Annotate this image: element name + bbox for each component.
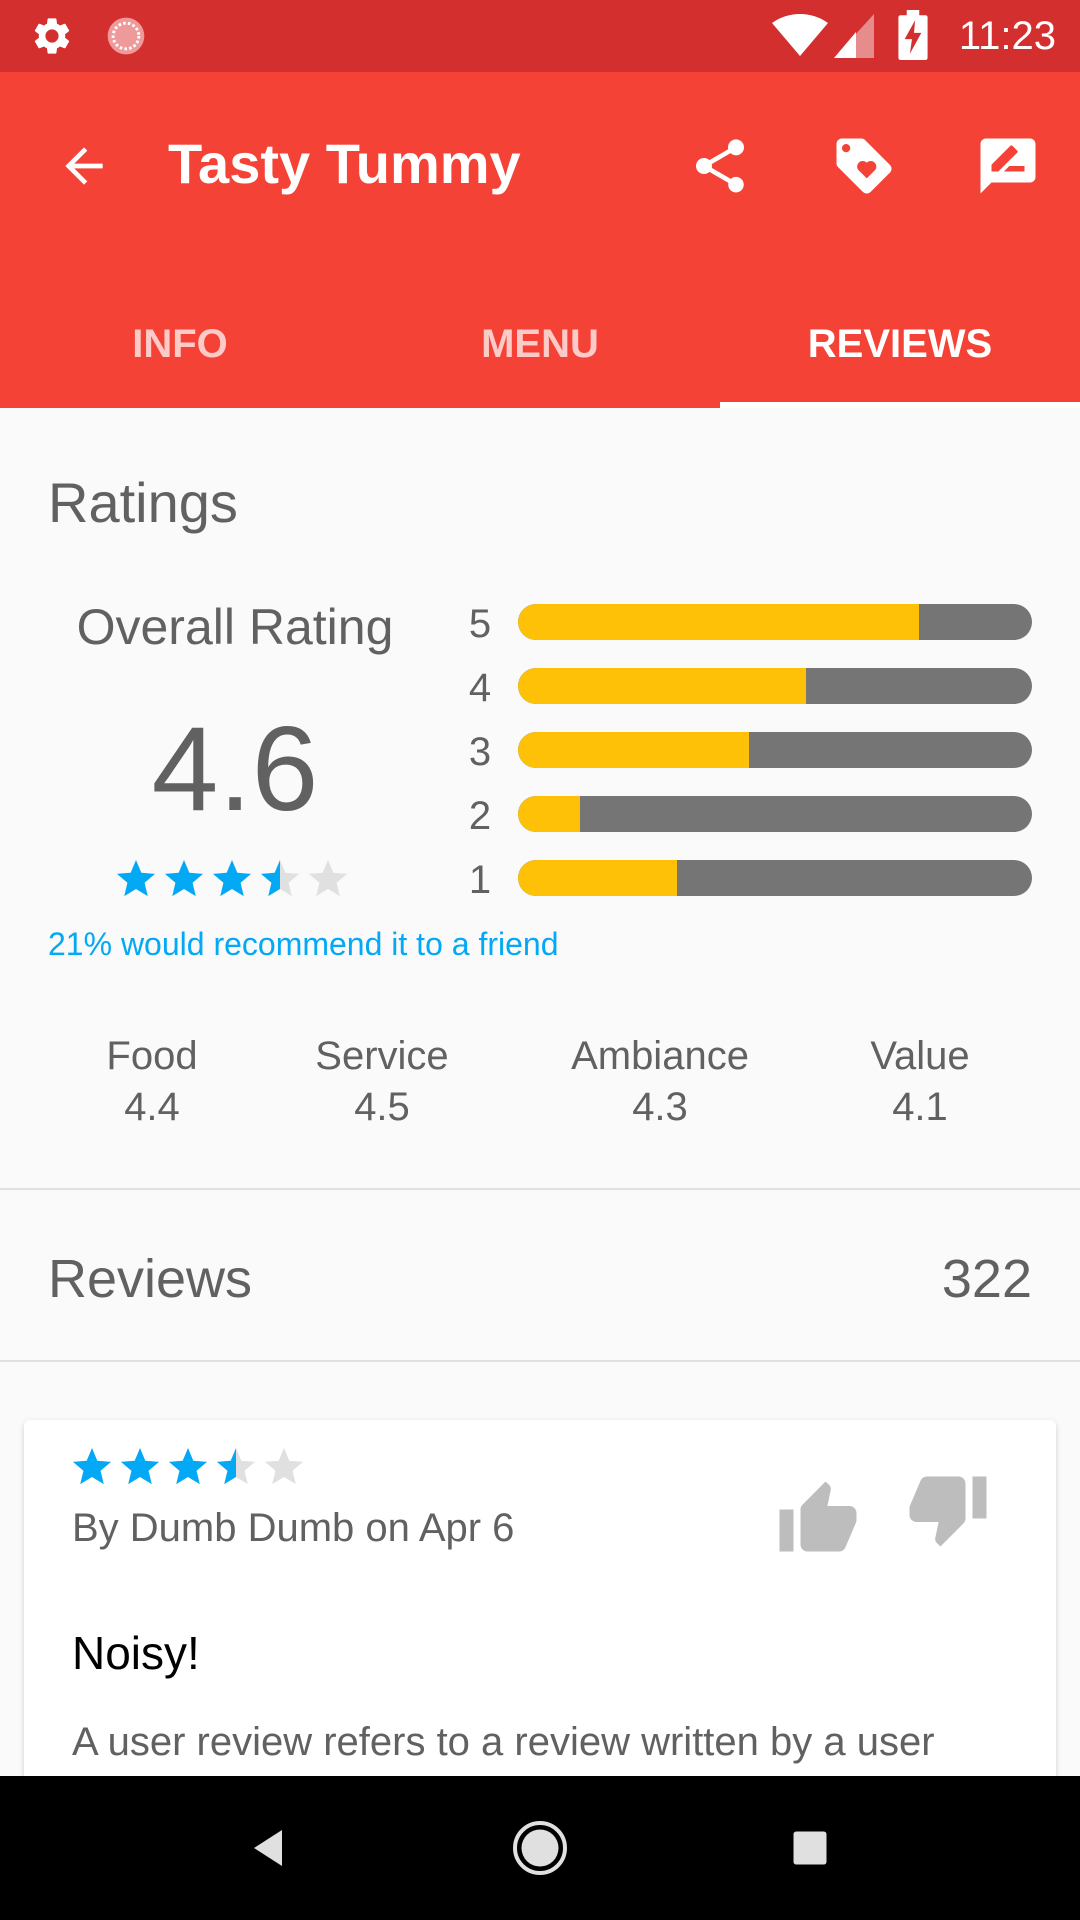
subrating-food: Food 4.4 [32,1032,272,1134]
status-bar: 11:23 [0,0,1080,72]
reviews-count: 322 [941,1249,1032,1309]
reviews-heading: Reviews [48,1249,253,1309]
subrating-value: 4.1 [892,1085,948,1129]
thumb-up-icon[interactable] [776,1478,860,1562]
thumb-down-icon[interactable] [906,1466,990,1550]
rating-bar-track [518,668,1032,704]
star-icon [216,1448,256,1485]
subrating-value-category: Value 4.1 [800,1032,1040,1134]
nav-home-button[interactable] [504,1812,576,1884]
rating-bar-star-label: 5 [468,602,492,646]
subrating-value: 4.5 [354,1085,410,1129]
subrating-value: 4.3 [632,1085,688,1129]
tab-menu[interactable]: MENU [360,280,720,408]
rating-bar-track [518,860,1032,896]
rate-review-icon [980,138,1036,194]
star-icon [116,860,156,897]
arrow-left-icon [65,147,103,185]
rating-bar-fill [518,860,678,896]
back-button[interactable] [40,122,128,210]
nav-home-icon [513,1821,567,1875]
tag-heart-icon [836,138,892,194]
status-time: 11:23 [958,14,1056,58]
star-icon [308,860,348,897]
rating-bar-row: 5 [460,596,1040,660]
star-icon [168,1448,208,1485]
write-review-button[interactable] [964,122,1052,210]
overall-rating-label: Overall Rating [76,599,394,655]
review-title: Noisy! [72,1627,200,1679]
star-icon [164,860,204,897]
divider [0,1188,1080,1190]
nav-recents-button[interactable] [774,1812,846,1884]
subrating-ambiance: Ambiance 4.3 [540,1032,780,1134]
rating-bar-star-label: 2 [468,794,492,838]
tab-bar: INFO MENU REVIEWS [0,280,1080,408]
battery-charging-icon [898,10,928,60]
ratings-heading: Ratings [48,471,238,534]
wifi-icon [772,14,828,56]
app-screen: 11:23 Tasty Tummy INFO MENU REVIEWS Rati… [0,0,1080,1920]
rating-bar-row: 3 [460,724,1040,788]
review-star-rating [72,1448,304,1485]
divider [0,1360,1080,1362]
share-button[interactable] [676,122,764,210]
loading-icon [107,17,145,55]
overall-rating-value: 4.6 [151,702,319,836]
rating-bar-row: 2 [460,788,1040,852]
star-icon [260,860,300,897]
rating-distribution: 5 4 3 2 1 [460,596,1040,916]
subrating-service: Service 4.5 [262,1032,502,1134]
star-icon [72,1448,112,1485]
star-icon [264,1448,304,1485]
rating-bar-track [518,796,1032,832]
subrating-value: 4.4 [124,1085,180,1129]
app-bar: Tasty Tummy INFO MENU REVIEWS [0,72,1080,408]
rating-bar-star-label: 1 [468,858,492,902]
signal-icon [834,14,874,58]
page-title: Tasty Tummy [168,132,521,195]
nav-back-icon [254,1830,282,1866]
rating-bar-fill [518,604,919,640]
gear-icon [34,18,70,54]
subrating-label: Food [106,1034,198,1078]
subrating-label: Service [315,1034,449,1078]
rating-bar-star-label: 4 [468,666,492,710]
rating-bar-row: 4 [460,660,1040,724]
review-body: A user review refers to a review written… [72,1720,935,1764]
tab-reviews[interactable]: REVIEWS [720,280,1080,408]
rating-bar-fill [518,668,806,704]
tab-info[interactable]: INFO [0,280,360,408]
nav-recents-icon [793,1831,827,1865]
rating-bar-fill [518,732,750,768]
rating-bar-track [518,604,1032,640]
rating-bar-fill [518,796,580,832]
subrating-label: Ambiance [571,1034,749,1078]
rating-bar-row: 1 [460,852,1040,916]
favorite-tag-button[interactable] [820,122,908,210]
subrating-label: Value [870,1034,970,1078]
star-icon [120,1448,160,1485]
overall-star-rating [116,860,348,897]
rating-bar-track [518,732,1032,768]
share-icon [696,139,744,193]
navigation-bar [0,1776,1080,1920]
nav-back-button[interactable] [234,1812,306,1884]
subratings: Food 4.4 Service 4.5 Ambiance 4.3 Value … [0,1032,1080,1142]
review-byline: By Dumb Dumb on Apr 6 [72,1506,515,1550]
recommend-text: 21% would recommend it to a friend [48,926,559,962]
star-icon [212,860,252,897]
rating-bar-star-label: 3 [468,730,492,774]
